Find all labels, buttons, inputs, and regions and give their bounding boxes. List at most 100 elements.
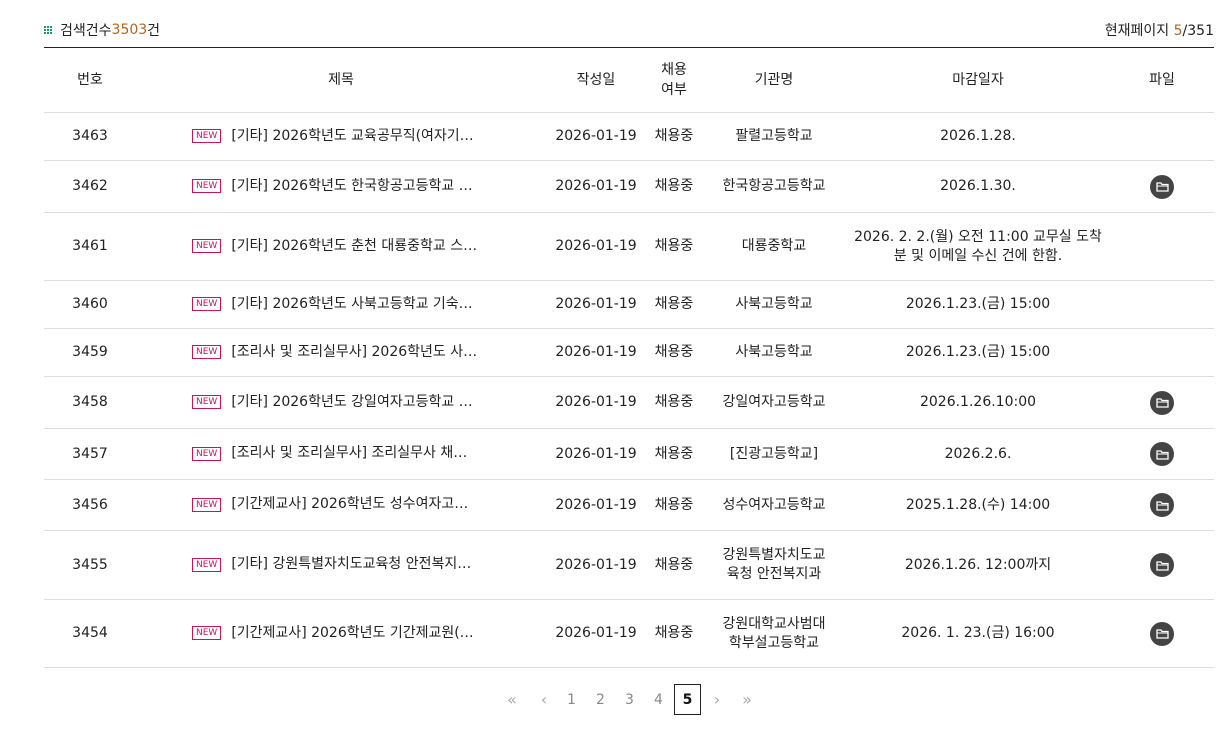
new-badge: NEW xyxy=(192,557,222,572)
folder-icon[interactable] xyxy=(1150,621,1174,646)
new-badge: NEW xyxy=(192,345,222,360)
page-button-5[interactable]: 5 xyxy=(674,684,701,715)
table-row: 3461 NEW [기타] 2026학년도 춘천 대룡중학교 스… 2026-01-1… xyxy=(44,212,1214,281)
table-row: 3457 NEW [조리사 및 조리실무사] 조리실무사 채… 2026-01-19 채… xyxy=(44,428,1214,480)
page-button-2[interactable]: 2 xyxy=(587,684,614,716)
row-title-link[interactable]: [조리사 및 조리실무사] 조리실무사 채… xyxy=(231,444,467,463)
row-date: 2026-01-19 xyxy=(546,280,646,329)
col-title-header: 제목 xyxy=(136,48,546,113)
row-date: 2026-01-19 xyxy=(546,112,646,161)
row-file-cell xyxy=(1110,479,1214,531)
row-status: 채용중 xyxy=(646,599,702,668)
row-number: 3456 xyxy=(44,479,136,531)
row-title-link[interactable]: [기타] 2026학년도 춘천 대룡중학교 스… xyxy=(231,237,477,256)
row-title-link[interactable]: [기타] 2026학년도 사북고등학교 기숙… xyxy=(231,295,472,314)
page-prefix: 현재페이지 xyxy=(1104,23,1174,39)
row-title-cell: NEW [기타] 2026학년도 교육공무직(여자기… xyxy=(136,112,546,161)
row-status: 채용중 xyxy=(646,160,702,213)
row-file-cell xyxy=(1110,376,1214,429)
row-file-cell xyxy=(1110,530,1214,600)
row-status: 채용중 xyxy=(646,212,702,281)
col-number-header: 번호 xyxy=(44,48,136,113)
row-title-cell: NEW [조리사 및 조리실무사] 2026학년도 사… xyxy=(136,328,546,377)
new-badge: NEW xyxy=(192,179,222,194)
row-deadline: 2026.1.23.(금) 15:00 xyxy=(846,280,1110,329)
row-title-link[interactable]: [기타] 2026학년도 한국항공고등학교 … xyxy=(231,177,472,196)
new-badge: NEW xyxy=(192,395,222,410)
row-title-link[interactable]: [기타] 2026학년도 교육공무직(여자기… xyxy=(231,127,473,146)
row-deadline: 2025.1.28.(수) 14:00 xyxy=(846,479,1110,531)
row-file-cell xyxy=(1110,280,1214,329)
row-org: 사북고등학교 xyxy=(702,280,846,329)
new-badge: NEW xyxy=(192,239,222,254)
row-deadline: 2026.1.23.(금) 15:00 xyxy=(846,328,1110,377)
table-row: 3463 NEW [기타] 2026학년도 교육공무직(여자기… 2026-01-19… xyxy=(44,112,1214,161)
table-row: 3454 NEW [기간제교사] 2026학년도 기간제교원(… 2026-01-19… xyxy=(44,599,1214,668)
row-date: 2026-01-19 xyxy=(546,376,646,429)
page-info: 현재페이지 5/351 xyxy=(1105,20,1214,40)
row-date: 2026-01-19 xyxy=(546,212,646,281)
row-deadline: 2026.1.26. 12:00까지 xyxy=(846,530,1110,600)
page-button-4[interactable]: 4 xyxy=(645,684,672,716)
row-title-link[interactable]: [기타] 2026학년도 강일여자고등학교 … xyxy=(231,393,472,412)
row-deadline: 2026.2.6. xyxy=(846,428,1110,480)
row-org: 한국항공고등학교 xyxy=(702,160,846,213)
folder-icon[interactable] xyxy=(1150,442,1174,466)
row-deadline: 2026.1.26.10:00 xyxy=(846,376,1110,429)
row-number: 3460 xyxy=(44,280,136,329)
row-file-cell xyxy=(1110,328,1214,377)
new-badge: NEW xyxy=(192,297,222,312)
row-file-cell xyxy=(1110,599,1214,668)
folder-icon[interactable] xyxy=(1150,493,1174,517)
row-date: 2026-01-19 xyxy=(546,328,646,377)
page-current: 5 xyxy=(1173,23,1183,39)
row-title-link[interactable]: [기타] 강원특별자치도교육청 안전복지… xyxy=(231,555,471,574)
last-page-button[interactable]: » xyxy=(733,684,761,716)
row-title-link[interactable]: [기간제교사] 2026학년도 기간제교원(… xyxy=(231,624,473,643)
row-org: 강원특별자치도교 육청 안전복지과 xyxy=(702,530,846,600)
job-listing-table: 번호 제목 작성일 채용 여부 기관명 마감일자 파일 3463 NEW [기타] 2026학년… xyxy=(44,48,1214,668)
row-date: 2026-01-19 xyxy=(546,428,646,480)
count-value: 3503 xyxy=(111,22,148,38)
row-org: 강일여자고등학교 xyxy=(702,376,846,429)
table-row: 3458 NEW [기타] 2026학년도 강일여자고등학교 … 2026-01-19… xyxy=(44,376,1214,429)
row-number: 3458 xyxy=(44,376,136,429)
row-title-link[interactable]: [조리사 및 조리실무사] 2026학년도 사… xyxy=(231,343,477,362)
row-title-cell: NEW [기타] 2026학년도 한국항공고등학교 … xyxy=(136,160,546,213)
pagination: «‹ 1 2 3 4 5 ›» xyxy=(0,684,1230,716)
prev-page-button[interactable]: ‹ xyxy=(530,684,558,716)
table-row: 3462 NEW [기타] 2026학년도 한국항공고등학교 … 2026-01-19… xyxy=(44,160,1214,213)
row-title-cell: NEW [기타] 2026학년도 사북고등학교 기숙… xyxy=(136,280,546,329)
page-button-1[interactable]: 1 xyxy=(558,684,585,716)
page-button-3[interactable]: 3 xyxy=(616,684,643,716)
row-number: 3459 xyxy=(44,328,136,377)
row-deadline: 2026. 1. 23.(금) 16:00 xyxy=(846,599,1110,668)
first-page-button[interactable]: « xyxy=(498,684,526,716)
next-page-button[interactable]: › xyxy=(703,684,731,716)
search-count: 검색건수 3503 건 xyxy=(44,20,160,40)
row-title-link[interactable]: [기간제교사] 2026학년도 성수여자고… xyxy=(231,495,468,514)
table-row: 3455 NEW [기타] 강원특별자치도교육청 안전복지… 2026-01-19 채용… xyxy=(44,530,1214,600)
row-org: 사북고등학교 xyxy=(702,328,846,377)
row-date: 2026-01-19 xyxy=(546,530,646,600)
col-status-header: 채용 여부 xyxy=(646,48,702,113)
row-file-cell xyxy=(1110,160,1214,213)
row-status: 채용중 xyxy=(646,530,702,600)
col-deadline-header: 마감일자 xyxy=(846,48,1110,113)
row-title-cell: NEW [기간제교사] 2026학년도 성수여자고… xyxy=(136,479,546,531)
row-number: 3463 xyxy=(44,112,136,161)
row-deadline: 2026.1.30. xyxy=(846,160,1110,213)
row-status: 채용중 xyxy=(646,328,702,377)
row-file-cell xyxy=(1110,212,1214,281)
row-title-cell: NEW [기타] 2026학년도 강일여자고등학교 … xyxy=(136,376,546,429)
row-number: 3462 xyxy=(44,160,136,213)
table-row: 3456 NEW [기간제교사] 2026학년도 성수여자고… 2026-01-19 채… xyxy=(44,479,1214,531)
folder-icon[interactable] xyxy=(1150,174,1174,199)
row-date: 2026-01-19 xyxy=(546,479,646,531)
row-status: 채용중 xyxy=(646,112,702,161)
new-badge: NEW xyxy=(192,129,222,144)
row-deadline: 2026.1.28. xyxy=(846,112,1110,161)
row-status: 채용중 xyxy=(646,280,702,329)
folder-icon[interactable] xyxy=(1150,553,1174,577)
folder-icon[interactable] xyxy=(1150,390,1174,415)
